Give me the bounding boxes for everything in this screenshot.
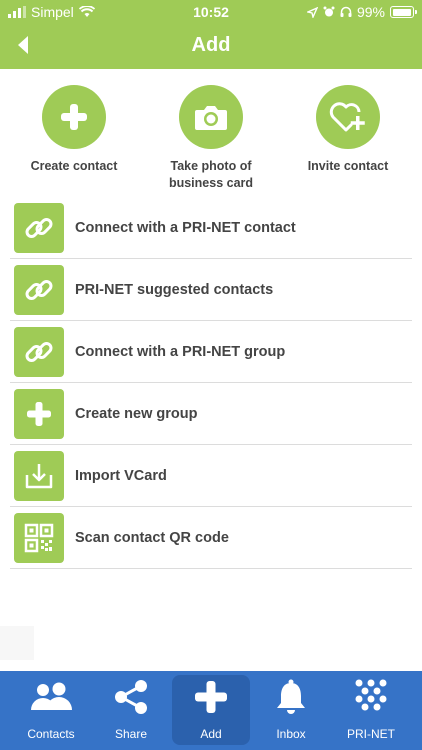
share-icon: [115, 680, 147, 714]
list-item-label: Create new group: [75, 405, 198, 422]
battery-level: [392, 8, 412, 16]
link-icon: [25, 279, 53, 300]
contacts-icon: [31, 682, 72, 710]
tab-contacts[interactable]: Contacts: [12, 675, 90, 745]
invite-contact-label: Invite contact: [307, 159, 389, 173]
invite-contact-circle[interactable]: [316, 85, 380, 149]
headphones-icon: [340, 6, 352, 17]
list-item-icon-tile: [14, 512, 64, 563]
status-bar: Simpel 10:52 99%: [0, 0, 422, 24]
location-arrow-icon: [306, 6, 318, 18]
status-right: 99%: [306, 4, 417, 20]
list-item[interactable]: Scan contact QR code: [10, 507, 412, 569]
list-item-label: Connect with a PRI-NET contact: [75, 219, 296, 236]
list-item-label: PRI-NET suggested contacts: [75, 281, 274, 298]
list-item-icon-tile: [14, 202, 64, 253]
tab-share[interactable]: Share: [92, 675, 170, 745]
battery-icon: [390, 6, 417, 18]
tab-inbox-label: Inbox: [276, 727, 306, 741]
add-options-list: Connect with a PRI-NET contact PRI-NET s…: [10, 197, 412, 569]
blank-area: [0, 626, 34, 660]
create-contact-circle[interactable]: [42, 85, 106, 149]
list-item[interactable]: Create new group: [10, 383, 412, 445]
list-item-icon-tile: [14, 326, 64, 377]
tab-pri-net-label: PRI-NET: [347, 727, 395, 741]
create-contact-label: Create contact: [30, 159, 118, 173]
bell-icon: [277, 679, 305, 714]
list-item[interactable]: Connect with a PRI-NET group: [10, 321, 412, 383]
heart-plus-icon: [329, 102, 365, 132]
tab-pri-net[interactable]: PRI-NET: [332, 675, 410, 745]
plus-icon: [61, 104, 87, 130]
alarm-icon: [323, 6, 335, 17]
list-item-icon-tile: [14, 264, 64, 315]
invite-contact-button[interactable]: Invite contact: [278, 85, 418, 175]
camera-icon: [195, 106, 227, 130]
bottom-tab-bar: Contacts Share Add Inbox PRI-NET: [0, 671, 422, 750]
take-photo-circle[interactable]: [179, 85, 243, 149]
plus-icon: [27, 401, 51, 426]
grid-dots-icon: [355, 679, 387, 711]
plus-icon: [195, 681, 227, 713]
qr-code-icon: [24, 523, 54, 552]
list-item[interactable]: Import VCard: [10, 445, 412, 507]
tab-add[interactable]: Add: [172, 675, 250, 745]
list-item[interactable]: Connect with a PRI-NET contact: [10, 197, 412, 259]
list-item-label: Connect with a PRI-NET group: [75, 343, 286, 360]
list-item[interactable]: PRI-NET suggested contacts: [10, 259, 412, 321]
tab-share-label: Share: [114, 727, 148, 741]
link-icon: [25, 341, 53, 362]
list-item-icon-tile: [14, 450, 64, 501]
tab-contacts-label: Contacts: [27, 727, 75, 741]
battery-percent: 99%: [356, 4, 385, 20]
tab-inbox[interactable]: Inbox: [252, 675, 330, 745]
list-item-label: Import VCard: [75, 467, 167, 484]
list-item-icon-tile: [14, 388, 64, 439]
import-icon: [25, 463, 53, 488]
page-title: Add: [191, 34, 231, 56]
tab-add-label: Add: [200, 727, 222, 741]
app-header: Simpel 10:52 99% Add: [0, 0, 422, 69]
take-photo-label: Take photo of business card: [168, 159, 254, 190]
list-item-label: Scan contact QR code: [75, 529, 229, 546]
take-photo-business-card-button[interactable]: Take photo of business card: [141, 85, 281, 192]
link-icon: [25, 217, 53, 238]
create-contact-button[interactable]: Create contact: [4, 85, 144, 175]
